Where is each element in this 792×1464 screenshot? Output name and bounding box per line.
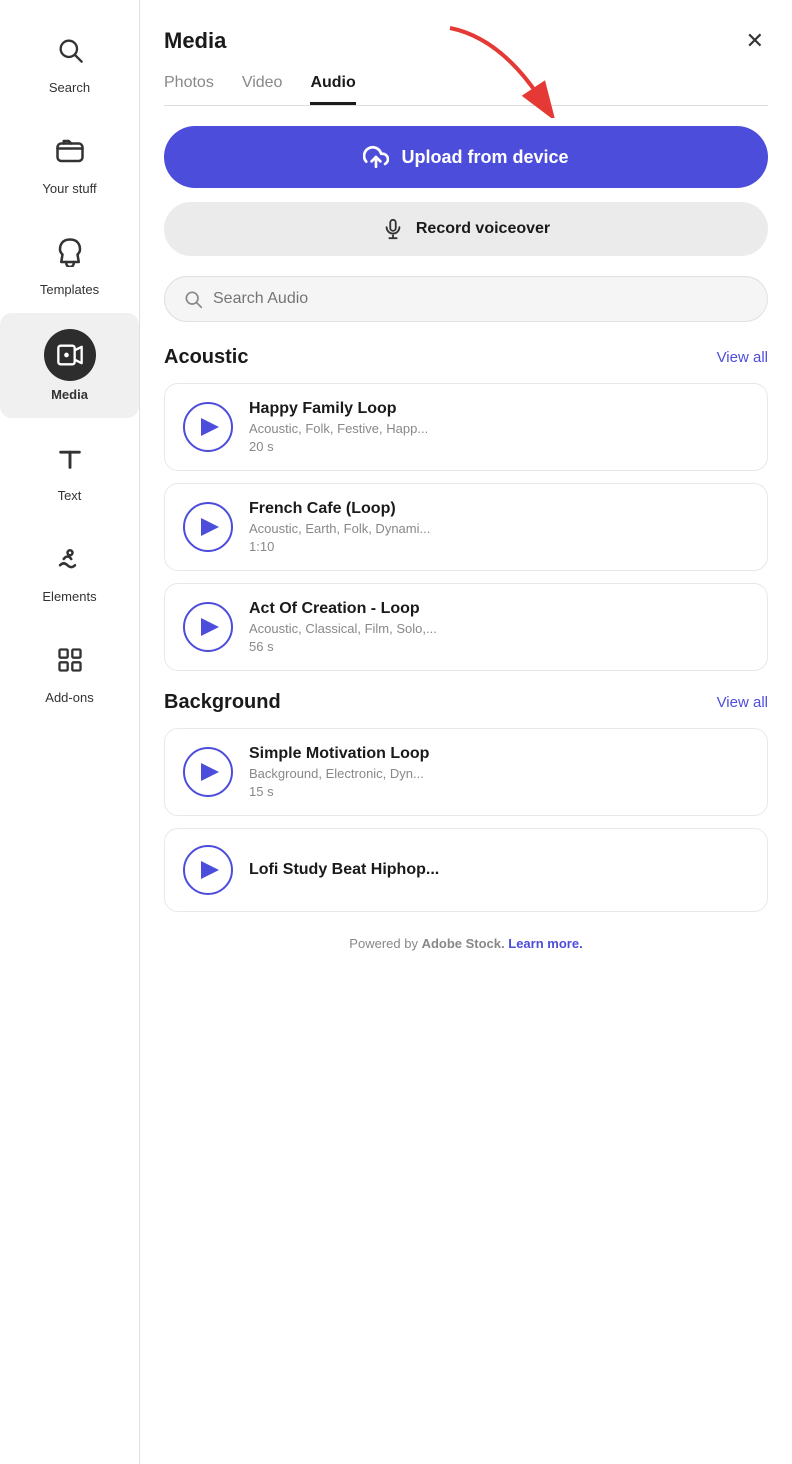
audio-tags: Background, Electronic, Dyn... (249, 766, 429, 781)
tab-video[interactable]: Video (242, 74, 283, 105)
close-button[interactable]: ✕ (742, 24, 768, 58)
play-button-lofi-study[interactable] (183, 845, 233, 895)
tabs-row: Photos Video Audio (164, 74, 768, 106)
audio-card-lofi-study[interactable]: Lofi Study Beat Hiphop... (164, 828, 768, 912)
background-section-title: Background (164, 691, 281, 714)
sidebar: Search Your stuff Templates (0, 0, 140, 1464)
panel-title: Media (164, 28, 226, 54)
audio-tags: Acoustic, Classical, Film, Solo,... (249, 621, 437, 636)
audio-info-french-cafe: French Cafe (Loop) Acoustic, Earth, Folk… (249, 500, 430, 554)
audio-duration: 56 s (249, 639, 437, 654)
record-button-label: Record voiceover (416, 220, 550, 238)
sidebar-item-label-elements: Elements (42, 589, 96, 604)
play-icon (201, 518, 219, 536)
search-icon (46, 26, 94, 74)
search-audio-input[interactable] (213, 290, 749, 308)
background-view-all-link[interactable]: View all (717, 694, 768, 711)
sidebar-item-label-search: Search (49, 80, 90, 95)
audio-duration: 1:10 (249, 539, 430, 554)
play-icon (201, 418, 219, 436)
text-icon (46, 434, 94, 482)
background-section-header: Background View all (164, 691, 768, 714)
record-voiceover-button[interactable]: Record voiceover (164, 202, 768, 256)
audio-tags: Acoustic, Earth, Folk, Dynami... (249, 521, 430, 536)
play-icon (201, 763, 219, 781)
acoustic-view-all-link[interactable]: View all (717, 349, 768, 366)
audio-info-lofi-study: Lofi Study Beat Hiphop... (249, 861, 439, 879)
audio-tags: Acoustic, Folk, Festive, Happ... (249, 421, 428, 436)
audio-card-simple-motivation[interactable]: Simple Motivation Loop Background, Elect… (164, 728, 768, 816)
sidebar-item-label-templates: Templates (40, 282, 99, 297)
audio-duration: 15 s (249, 784, 429, 799)
sidebar-item-label-add-ons: Add-ons (45, 690, 93, 705)
footer-learn-more-link[interactable]: Learn more. (508, 936, 582, 951)
sidebar-item-label-your-stuff: Your stuff (42, 181, 96, 196)
audio-info-happy-family: Happy Family Loop Acoustic, Folk, Festiv… (249, 400, 428, 454)
play-button-act-of-creation[interactable] (183, 602, 233, 652)
audio-info-act-of-creation: Act Of Creation - Loop Acoustic, Classic… (249, 600, 437, 654)
audio-info-simple-motivation: Simple Motivation Loop Background, Elect… (249, 745, 429, 799)
upload-button-label: Upload from device (401, 147, 568, 168)
microphone-icon (382, 218, 404, 240)
upload-from-device-button[interactable]: Upload from device (164, 126, 768, 188)
audio-title: Happy Family Loop (249, 400, 428, 418)
footer-brand: Adobe Stock. (422, 936, 505, 951)
sidebar-item-label-media: Media (51, 387, 88, 402)
upload-icon (363, 144, 389, 170)
sidebar-item-media[interactable]: Media (0, 313, 139, 418)
elements-icon (46, 535, 94, 583)
audio-duration: 20 s (249, 439, 428, 454)
search-bar[interactable] (164, 276, 768, 322)
sidebar-item-your-stuff[interactable]: Your stuff (0, 111, 139, 212)
play-button-french-cafe[interactable] (183, 502, 233, 552)
sidebar-item-search[interactable]: Search (0, 10, 139, 111)
audio-title: French Cafe (Loop) (249, 500, 430, 518)
play-icon (201, 618, 219, 636)
acoustic-section-title: Acoustic (164, 346, 248, 369)
sidebar-item-label-text: Text (58, 488, 82, 503)
audio-card-french-cafe[interactable]: French Cafe (Loop) Acoustic, Earth, Folk… (164, 483, 768, 571)
addons-icon (46, 636, 94, 684)
audio-title: Lofi Study Beat Hiphop... (249, 861, 439, 879)
main-panel: Media ✕ Photos Video Audio Upload from d… (140, 0, 792, 1464)
tab-audio[interactable]: Audio (310, 74, 355, 105)
tab-photos[interactable]: Photos (164, 74, 214, 105)
acoustic-section-header: Acoustic View all (164, 346, 768, 369)
footer: Powered by Adobe Stock. Learn more. (164, 936, 768, 951)
sidebar-item-elements[interactable]: Elements (0, 519, 139, 620)
search-icon (183, 289, 203, 309)
footer-powered-text: Powered by (349, 936, 421, 951)
play-icon (201, 861, 219, 879)
audio-title: Act Of Creation - Loop (249, 600, 437, 618)
audio-card-happy-family[interactable]: Happy Family Loop Acoustic, Folk, Festiv… (164, 383, 768, 471)
play-button-simple-motivation[interactable] (183, 747, 233, 797)
sidebar-item-text[interactable]: Text (0, 418, 139, 519)
folder-icon (46, 127, 94, 175)
panel-header: Media ✕ (164, 24, 768, 58)
media-icon (44, 329, 96, 381)
sidebar-item-add-ons[interactable]: Add-ons (0, 620, 139, 721)
audio-card-act-of-creation[interactable]: Act Of Creation - Loop Acoustic, Classic… (164, 583, 768, 671)
templates-icon (46, 228, 94, 276)
audio-title: Simple Motivation Loop (249, 745, 429, 763)
play-button-happy-family[interactable] (183, 402, 233, 452)
sidebar-item-templates[interactable]: Templates (0, 212, 139, 313)
